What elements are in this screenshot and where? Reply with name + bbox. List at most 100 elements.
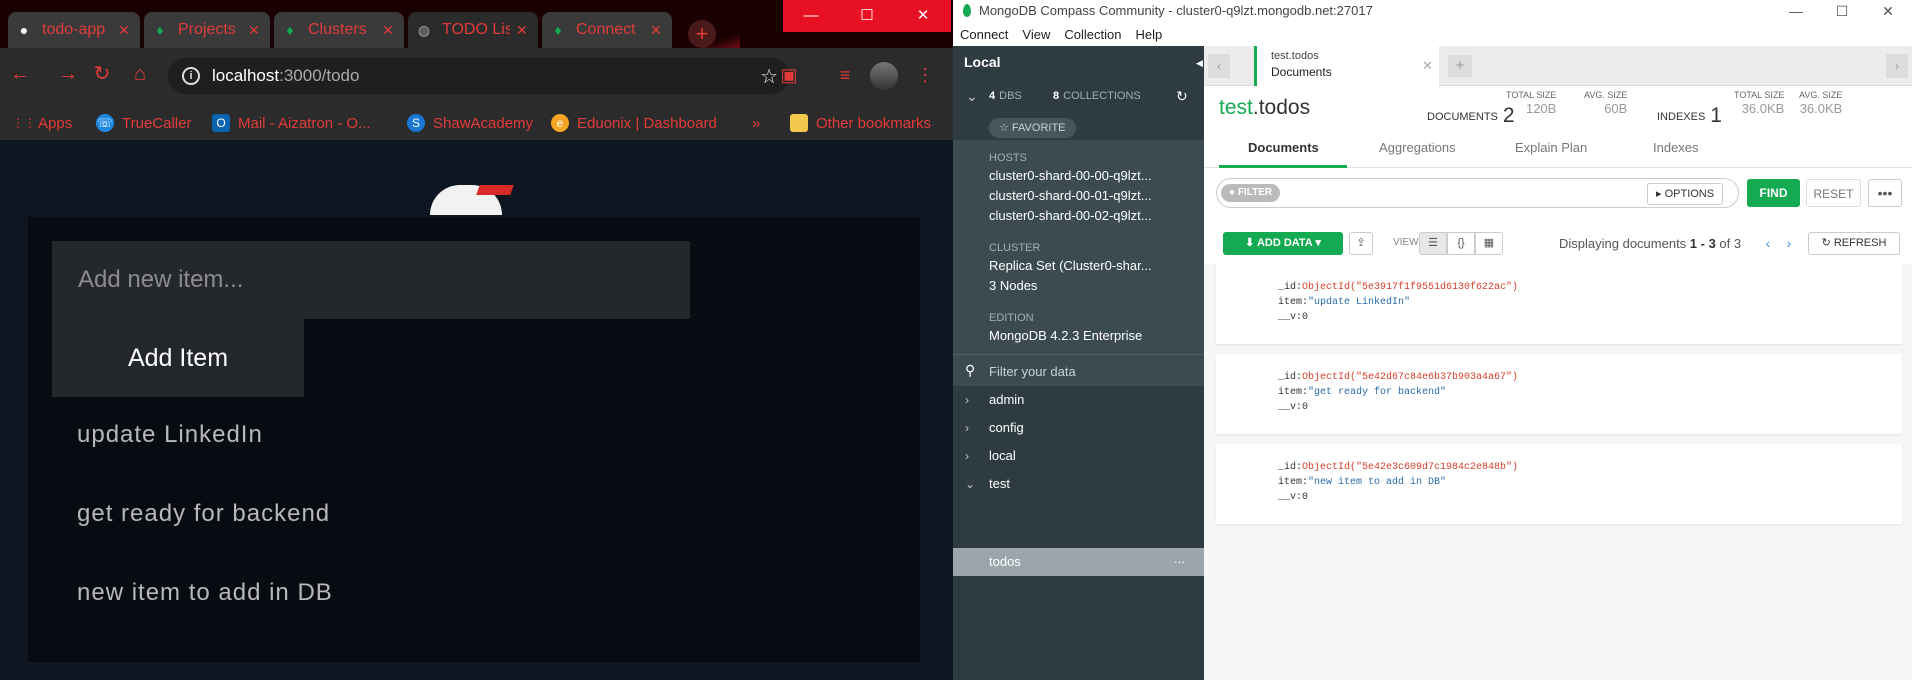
sidebar-item-admin[interactable]: › admin [953, 386, 1204, 414]
maximize-button[interactable]: ☐ [1819, 0, 1865, 23]
refresh-button[interactable]: ↻ REFRESH [1808, 232, 1900, 255]
tab-documents[interactable]: Documents [1248, 140, 1319, 155]
playlist-extension-icon[interactable]: ≡ [832, 62, 858, 88]
mongodb-leaf-icon: ♦ [286, 22, 294, 38]
edition-value: MongoDB 4.2.3 Enterprise [989, 328, 1143, 343]
home-icon[interactable]: ⌂ [126, 60, 154, 88]
document-card[interactable]: _id:ObjectId("5e42d67c84e6b37b903a4a67")… [1216, 354, 1902, 434]
chevron-right-icon[interactable]: › [1886, 54, 1908, 78]
todo-page: Add Item update LinkedIn get ready for b… [0, 140, 953, 680]
browser-tab-connect[interactable]: ♦ Connect ✕ [542, 12, 672, 48]
avatar[interactable] [870, 62, 898, 90]
filter-data-input[interactable] [989, 361, 1189, 381]
close-window-button[interactable]: ✕ [895, 0, 951, 32]
menu-collection[interactable]: Collection [1057, 24, 1128, 46]
todo-item[interactable]: get ready for backend [77, 500, 330, 528]
favorite-button[interactable]: ☆ FAVORITE [989, 118, 1076, 138]
collection-title: test.todos [1219, 96, 1311, 119]
tab-explain-plan[interactable]: Explain Plan [1515, 140, 1587, 155]
browser-tab-todo-app[interactable]: ● todo-app ✕ [8, 12, 140, 48]
sidebar-item-config[interactable]: › config [953, 414, 1204, 442]
close-window-button[interactable]: ✕ [1865, 0, 1911, 23]
bookmarks-overflow-button[interactable]: » [752, 112, 760, 134]
bookmark-eduonix[interactable]: e Eduonix | Dashboard [551, 112, 717, 134]
menu-view[interactable]: View [1015, 24, 1057, 46]
forward-icon[interactable]: → [54, 60, 82, 88]
todo-item[interactable]: new item to add in DB [77, 579, 333, 607]
refresh-icon[interactable]: ↻ [1176, 88, 1188, 105]
menu-help[interactable]: Help [1128, 24, 1169, 46]
pocket-extension-icon[interactable]: ▣ [776, 62, 802, 88]
view-label: VIEW [1393, 237, 1419, 248]
sidebar-item-test[interactable]: ⌄ test [953, 470, 1204, 498]
add-data-button[interactable]: ⬇ ADD DATA ▾ [1223, 232, 1343, 255]
prev-page-icon[interactable]: ‹ [1759, 234, 1777, 252]
tab-indexes[interactable]: Indexes [1653, 140, 1699, 155]
document-card[interactable]: _id:ObjectId("5e3917f1f9551d6130f622ac")… [1216, 264, 1902, 344]
export-button[interactable]: ⇪ [1349, 232, 1373, 255]
close-icon[interactable]: ✕ [382, 22, 396, 39]
filter-input[interactable]: ● FILTER ▸ OPTIONS [1216, 178, 1739, 208]
menu-bar: Connect View Collection Help [953, 24, 1912, 46]
avg-size-stat: AVG. SIZE 60B [1584, 90, 1628, 116]
mongodb-leaf-icon [963, 4, 971, 17]
next-page-icon[interactable]: › [1780, 234, 1798, 252]
cluster-nodes: 3 Nodes [989, 278, 1038, 293]
sidebar-item-local[interactable]: › local [953, 442, 1204, 470]
close-icon[interactable]: ✕ [1422, 58, 1433, 74]
close-icon[interactable]: ✕ [248, 22, 262, 39]
document-card[interactable]: _id:ObjectId("5e42e3c609d7c1984c2e848b")… [1216, 444, 1902, 524]
bookmark-mail[interactable]: O Mail - Aizatron - O... [212, 112, 371, 134]
chevron-down-icon: ⌄ [965, 477, 976, 491]
minimize-button[interactable]: — [783, 0, 839, 32]
cluster-value: Replica Set (Cluster0-shar... [989, 258, 1152, 273]
new-tab-button[interactable]: + [1448, 55, 1472, 77]
bookmark-apps[interactable]: ⋮⋮ Apps [12, 112, 72, 134]
close-icon[interactable]: ✕ [118, 22, 132, 39]
minimize-button[interactable]: — [1773, 0, 1819, 23]
back-icon[interactable]: ← [6, 60, 34, 88]
chevron-right-icon: › [965, 393, 969, 407]
sidebar-item-todos[interactable]: todos ... [953, 548, 1204, 576]
db-name: test [989, 476, 1010, 491]
tab-title: TODO List [442, 21, 510, 38]
maximize-button[interactable]: ☐ [839, 0, 895, 32]
reset-button[interactable]: RESET [1806, 179, 1861, 207]
browser-tab-projects[interactable]: ♦ Projects ✕ [144, 12, 270, 48]
more-options-icon[interactable]: ... [1174, 545, 1185, 573]
browser-tab-todo-list[interactable]: ◍ TODO List ✕ [408, 12, 538, 48]
tab-aggregations[interactable]: Aggregations [1379, 140, 1456, 155]
tab-namespace: test.todos [1271, 50, 1319, 62]
list-view-button[interactable]: ☰ [1419, 232, 1447, 255]
new-tab-button[interactable]: + [688, 20, 716, 48]
more-options-button[interactable]: ••• [1868, 179, 1902, 207]
chevron-left-icon[interactable]: ‹ [1208, 54, 1230, 78]
reload-icon[interactable]: ↻ [88, 60, 116, 88]
chevron-down-icon[interactable]: ⌄ [966, 88, 978, 105]
menu-connect[interactable]: Connect [953, 24, 1015, 46]
documents-count: DOCUMENTS 2 [1427, 104, 1515, 127]
pagination-summary: Displaying documents 1 - 3 of 3 [1559, 236, 1742, 251]
add-item-button[interactable]: Add Item [52, 319, 304, 397]
address-bar[interactable]: i localhost:3000/todo ☆ [168, 58, 790, 94]
json-view-button[interactable]: {} [1447, 232, 1475, 255]
sidebar-fill [953, 576, 1204, 680]
close-icon[interactable]: ✕ [516, 22, 530, 39]
browser-toolbar: ← → ↻ ⌂ i localhost:3000/todo ☆ ▣ ≡ ⋮ [0, 48, 953, 104]
info-icon[interactable]: i [182, 67, 200, 85]
table-view-button[interactable]: ▦ [1475, 232, 1503, 255]
collapse-sidebar-icon[interactable]: ◀ [1196, 58, 1203, 69]
bookmark-truecaller[interactable]: ☏ TrueCaller [96, 112, 191, 134]
bookmark-other[interactable]: Other bookmarks [790, 112, 931, 134]
options-button[interactable]: ▸ OPTIONS [1647, 183, 1724, 205]
filter-tag: ● FILTER [1221, 184, 1281, 202]
close-icon[interactable]: ✕ [650, 22, 664, 39]
find-button[interactable]: FIND [1747, 179, 1800, 207]
browser-tab-clusters[interactable]: ♦ Clusters ✕ [274, 12, 404, 48]
new-item-input[interactable] [52, 241, 690, 319]
tab-test-todos[interactable]: test.todos Documents ✕ [1254, 46, 1439, 86]
bookmark-shawacademy[interactable]: S ShawAcademy [407, 112, 533, 134]
todo-item[interactable]: update LinkedIn [77, 421, 263, 449]
screen: ● todo-app ✕ ♦ Projects ✕ ♦ Clusters ✕ ◍… [0, 0, 1912, 680]
menu-dots-icon[interactable]: ⋮ [912, 62, 938, 88]
